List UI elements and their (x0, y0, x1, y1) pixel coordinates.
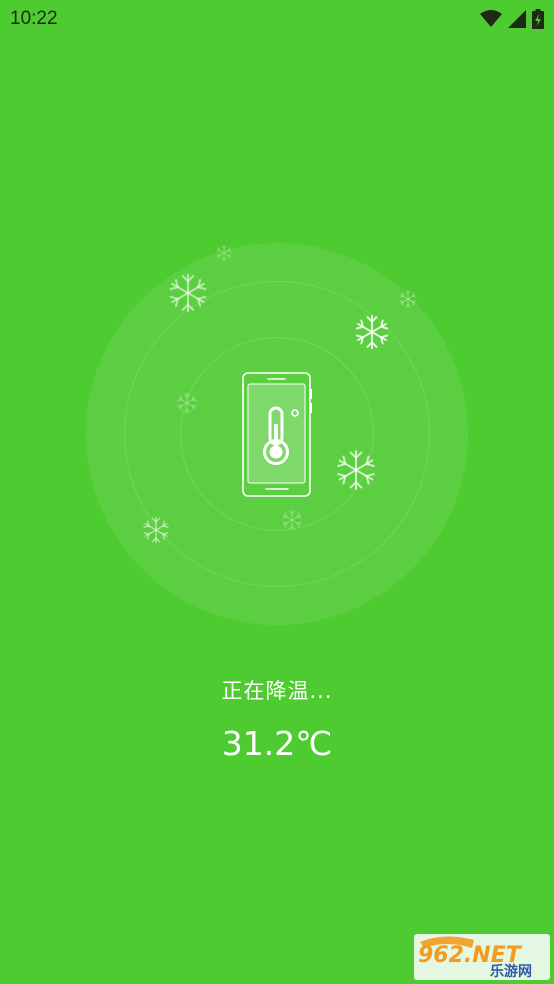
cooling-screen: 10:22 正在降温... 31.2℃ 962.NET 乐游网 (0, 0, 554, 984)
snowflake-icon (216, 244, 232, 262)
snowflake-icon (282, 509, 302, 531)
snowflake-icon (143, 516, 169, 544)
temperature-value: 31.2℃ (221, 724, 333, 763)
snowflake-icon (169, 273, 207, 313)
phone-thermometer-icon (242, 372, 312, 497)
watermark-bottom-text: 乐游网 (490, 963, 532, 980)
watermark-logo: 962.NET 乐游网 (414, 934, 550, 980)
962-logo-icon: 962.NET 乐游网 (418, 936, 532, 980)
snowflake-icon (399, 290, 417, 308)
snowflake-icon (337, 450, 375, 490)
snowflake-icon (355, 314, 389, 350)
cooling-illustration (143, 244, 417, 544)
snowflake-icon (177, 392, 197, 414)
cooling-status-text: 正在降温... (221, 679, 333, 703)
